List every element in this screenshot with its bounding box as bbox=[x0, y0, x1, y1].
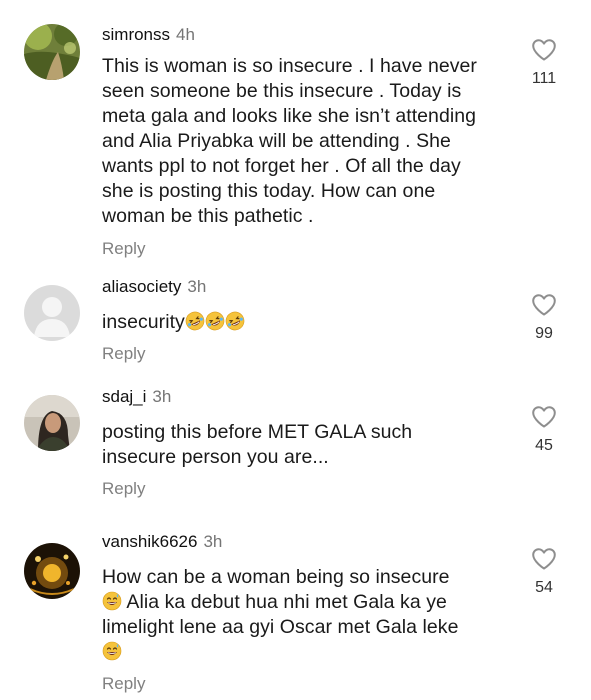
text-line: insecurity bbox=[102, 311, 185, 333]
timestamp: 3h bbox=[187, 277, 207, 296]
rofl-emoji-icon bbox=[185, 311, 205, 331]
username[interactable]: vanshik6626 bbox=[102, 532, 197, 551]
like-button[interactable]: 54 bbox=[527, 547, 561, 597]
avatar[interactable] bbox=[24, 395, 80, 451]
like-count: 54 bbox=[535, 579, 553, 596]
like-button[interactable]: 99 bbox=[527, 293, 561, 343]
reply-button[interactable]: Reply bbox=[102, 479, 145, 499]
heart-icon[interactable] bbox=[531, 547, 557, 571]
comment-text: posting this before MET GALA such insecu… bbox=[102, 420, 512, 470]
text-line: How can be a woman being so insecure bbox=[102, 566, 450, 588]
like-count: 111 bbox=[531, 70, 557, 87]
text-line: posting this before MET GALA such bbox=[102, 421, 413, 443]
like-button[interactable]: 111 bbox=[527, 38, 561, 88]
avatar[interactable] bbox=[24, 285, 80, 341]
text-line: limelight lene aa gyi Oscar met Gala lek… bbox=[102, 616, 459, 638]
like-count: 45 bbox=[535, 437, 553, 454]
text-line: meta gala and looks like she isn’t atten… bbox=[102, 105, 477, 127]
heart-icon[interactable] bbox=[531, 293, 557, 317]
username[interactable]: simronss bbox=[102, 25, 170, 44]
reply-button[interactable]: Reply bbox=[102, 344, 145, 364]
reply-button[interactable]: Reply bbox=[102, 674, 145, 694]
text-line: This is woman is so insecure . I have ne… bbox=[102, 55, 477, 77]
text-line: Alia ka debut hua nhi met Gala ka ye bbox=[126, 591, 447, 613]
avatar[interactable] bbox=[24, 24, 80, 80]
timestamp: 3h bbox=[152, 387, 172, 406]
like-count: 99 bbox=[535, 325, 553, 342]
heart-icon[interactable] bbox=[531, 405, 557, 429]
text-line: insecure person you are... bbox=[102, 446, 329, 468]
text-line: woman be this pathetic . bbox=[102, 205, 314, 227]
comment-text: This is woman is so insecure . I have ne… bbox=[102, 54, 512, 229]
timestamp: 3h bbox=[203, 532, 223, 551]
text-line: and Alia Priyabka will be attending . Sh… bbox=[102, 130, 451, 152]
timestamp: 4h bbox=[176, 25, 195, 44]
comment-text: insecurity bbox=[102, 310, 512, 335]
reply-button[interactable]: Reply bbox=[102, 239, 145, 259]
username[interactable]: sdaj_i bbox=[102, 387, 146, 406]
text-line: seen someone be this insecure . Today is bbox=[102, 80, 462, 102]
text-line: wants ppl to not forget her . Of all the… bbox=[102, 155, 461, 177]
avatar[interactable] bbox=[24, 543, 80, 599]
grinning-sweat-emoji-icon bbox=[102, 591, 122, 611]
comment-text: How can be a woman being so insecure Ali… bbox=[102, 565, 512, 665]
rofl-emoji-icon bbox=[205, 311, 225, 331]
username[interactable]: aliasociety bbox=[102, 277, 181, 296]
like-button[interactable]: 45 bbox=[527, 405, 561, 455]
grinning-sweat-emoji-icon bbox=[102, 641, 122, 661]
heart-icon[interactable] bbox=[531, 38, 557, 62]
text-line: she is posting this today. How can one bbox=[102, 180, 436, 202]
rofl-emoji-icon bbox=[225, 311, 245, 331]
